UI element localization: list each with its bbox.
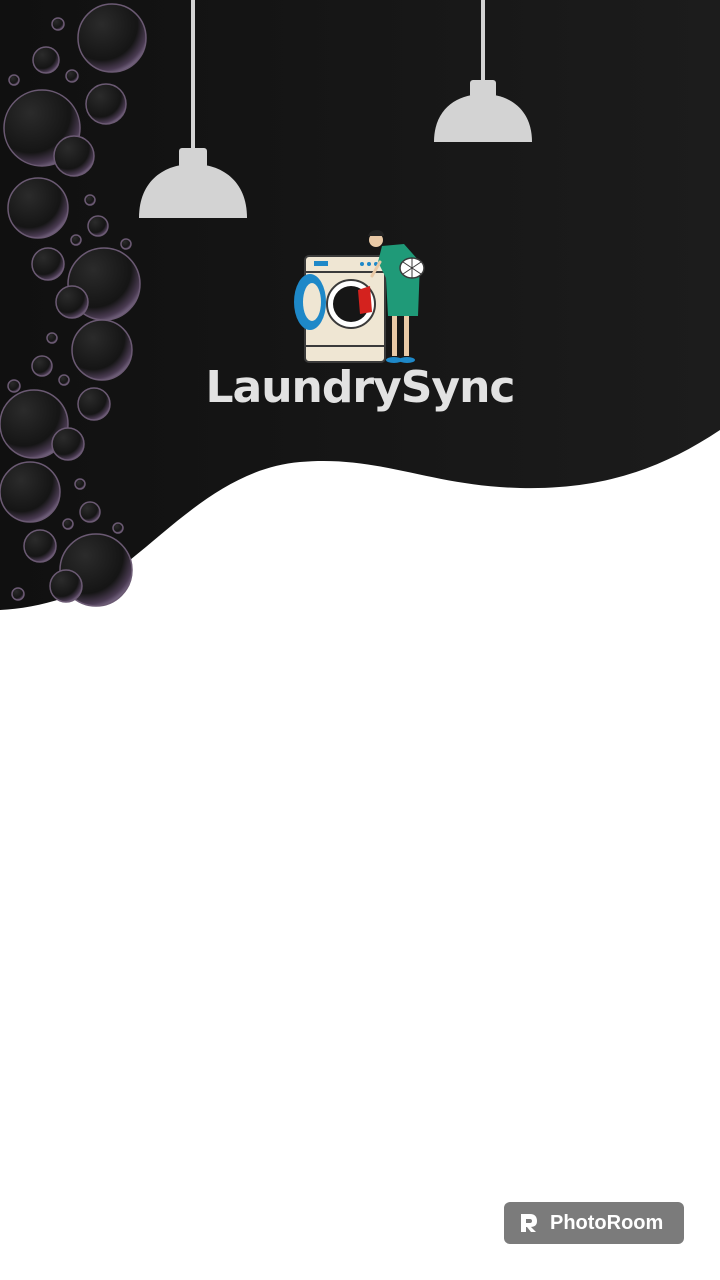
watermark-label: PhotoRoom [550, 1211, 664, 1234]
hero-background [0, 0, 720, 610]
photoroom-watermark: PhotoRoom [504, 1202, 684, 1244]
photoroom-logo-icon [521, 1214, 537, 1232]
app-name-logo-text: LaundrySync [205, 362, 515, 413]
splash-hero: LaundrySync [0, 0, 720, 620]
